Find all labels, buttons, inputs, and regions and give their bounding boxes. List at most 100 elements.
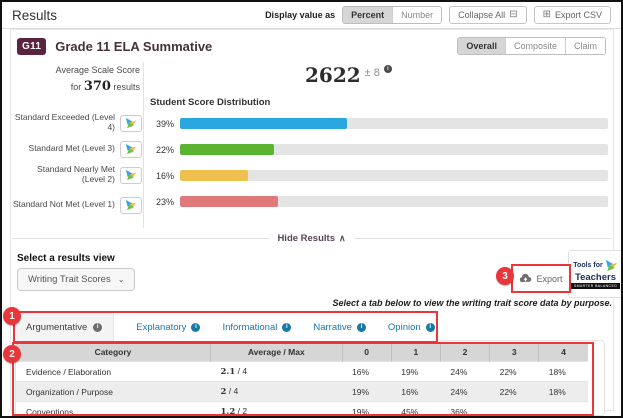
tab-instruction-note: Select a tab below to view the writing t… (332, 298, 612, 308)
average-scale-score-label: Average Scale Score (12, 63, 140, 77)
score-distribution-chart: 39% 22% 16% 23% (148, 118, 608, 222)
tab-explanatory[interactable]: Explanatory i (136, 313, 200, 341)
bar-track (180, 196, 608, 207)
tools-for-teachers-icon (125, 143, 137, 155)
divider-line (354, 238, 611, 239)
logo-line2: Teachers (575, 273, 616, 283)
tab-claim[interactable]: Claim (565, 38, 605, 54)
tab-informational[interactable]: Informational i (222, 313, 291, 341)
annotation-badge-2: 2 (3, 345, 21, 363)
tab-composite[interactable]: Composite (505, 38, 565, 54)
level-row: Standard Exceeded (Level 4) (12, 110, 142, 136)
level-row: Standard Not Met (Level 1) (12, 192, 142, 218)
bar-percent-label: 23% (148, 197, 174, 207)
tab-argumentative[interactable]: Argumentative i (15, 313, 114, 341)
tab-label: Narrative (313, 322, 352, 333)
collapse-all-button[interactable]: Collapse All ⊟ (449, 6, 526, 24)
tools-for-teachers-icon (125, 169, 137, 181)
bar-track (180, 170, 608, 181)
level-label: Standard Exceeded (Level 4) (12, 113, 115, 133)
tools-for-teachers-icon (605, 259, 618, 272)
score-error-margin: ± 8 (365, 67, 380, 79)
export-annotation-box: Export (511, 264, 571, 293)
export-button[interactable]: Export (519, 273, 562, 284)
export-label: Export (536, 274, 562, 284)
tab-label: Opinion (388, 322, 421, 333)
value-format-toggle: Percent Number (342, 6, 442, 24)
export-csv-icon: ⊞ (543, 10, 551, 20)
grade-badge: G11 (17, 38, 46, 55)
info-icon[interactable]: i (93, 323, 102, 332)
chevron-up-icon: ∧ (339, 233, 346, 244)
percent-toggle-button[interactable]: Percent (343, 7, 392, 23)
info-icon[interactable]: i (282, 323, 291, 332)
tab-label: Explanatory (136, 322, 186, 333)
annotation-badge-1: 1 (3, 307, 21, 325)
distribution-title: Student Score Distribution (150, 97, 270, 108)
divider-line (12, 238, 269, 239)
cloud-upload-icon (519, 273, 532, 284)
bar-percent-label: 39% (148, 119, 174, 129)
export-csv-label: Export CSV (555, 10, 602, 20)
hide-results-toggle[interactable]: Hide Results ∧ (12, 233, 611, 244)
collapse-all-label: Collapse All (458, 10, 505, 20)
level-label: Standard Not Met (Level 1) (12, 200, 115, 210)
average-scale-score-block: Average Scale Score for 370 results (12, 63, 140, 98)
info-icon[interactable]: i (357, 323, 366, 332)
bar-fill-level4 (180, 118, 347, 129)
annotation-badge-3: 3 (496, 267, 514, 285)
tab-opinion[interactable]: Opinion i (388, 313, 435, 341)
trait-tabs-annotation-box: Argumentative i Explanatory i Informatio… (13, 311, 438, 343)
bar-fill-level1 (180, 196, 278, 207)
assessment-title: Grade 11 ELA Summative (55, 39, 212, 54)
results-page: Results Display value as Percent Number … (0, 0, 623, 418)
trait-table-annotation-box (12, 342, 594, 416)
tab-overall[interactable]: Overall (458, 38, 505, 54)
bar-row: 22% (148, 144, 608, 155)
level-label: Standard Met (Level 3) (12, 144, 115, 154)
results-view-selected: Writing Trait Scores (28, 274, 111, 285)
hide-results-label: Hide Results (277, 233, 335, 244)
tools-for-teachers-icon (125, 199, 137, 211)
page-title: Results (12, 8, 57, 23)
results-label: results (113, 82, 140, 92)
average-score-value: 2622 (305, 65, 361, 85)
bar-fill-level2 (180, 170, 248, 181)
achievement-levels: Standard Exceeded (Level 4) Standard Met… (12, 110, 142, 218)
bar-row: 23% (148, 196, 608, 207)
resource-link-button[interactable] (120, 197, 142, 214)
chevron-down-icon: ⌄ (118, 275, 125, 284)
logo-line1: Tools for (573, 262, 602, 269)
bar-percent-label: 16% (148, 171, 174, 181)
level-row: Standard Nearly Met (Level 2) (12, 162, 142, 188)
tools-for-teachers-icon (125, 117, 137, 129)
info-icon[interactable]: i (426, 323, 435, 332)
resource-link-button[interactable] (120, 167, 142, 184)
for-label: for (71, 82, 82, 92)
result-type-tabs: Overall Composite Claim (457, 37, 606, 55)
info-icon[interactable]: i (191, 323, 200, 332)
section-divider (143, 62, 144, 228)
results-count: 370 (84, 79, 111, 94)
level-row: Standard Met (Level 3) (12, 136, 142, 162)
bar-percent-label: 22% (148, 145, 174, 155)
score-info-icon[interactable]: i (384, 65, 392, 73)
average-results-line: for 370 results (12, 77, 140, 98)
top-toolbar: Results Display value as Percent Number … (2, 2, 621, 29)
level-label: Standard Nearly Met (Level 2) (12, 165, 115, 185)
bar-row: 16% (148, 170, 608, 181)
tab-label: Argumentative (26, 322, 87, 333)
number-toggle-button[interactable]: Number (392, 7, 441, 23)
average-score-display: 2622 ± 8 i (305, 65, 392, 85)
tab-narrative[interactable]: Narrative i (313, 313, 366, 341)
bar-track (180, 144, 608, 155)
display-value-label: Display value as (265, 10, 335, 20)
collapse-all-icon: ⊟ (509, 10, 517, 20)
resource-link-button[interactable] (120, 141, 142, 158)
logo-smarter-balanced: SMARTER BALANCED (571, 283, 620, 289)
tab-label: Informational (222, 322, 277, 333)
resource-link-button[interactable] (120, 115, 142, 132)
toolbar-controls: Display value as Percent Number Collapse… (265, 6, 611, 24)
export-csv-button[interactable]: ⊞ Export CSV (534, 6, 611, 24)
results-view-dropdown[interactable]: Writing Trait Scores ⌄ (17, 268, 135, 291)
